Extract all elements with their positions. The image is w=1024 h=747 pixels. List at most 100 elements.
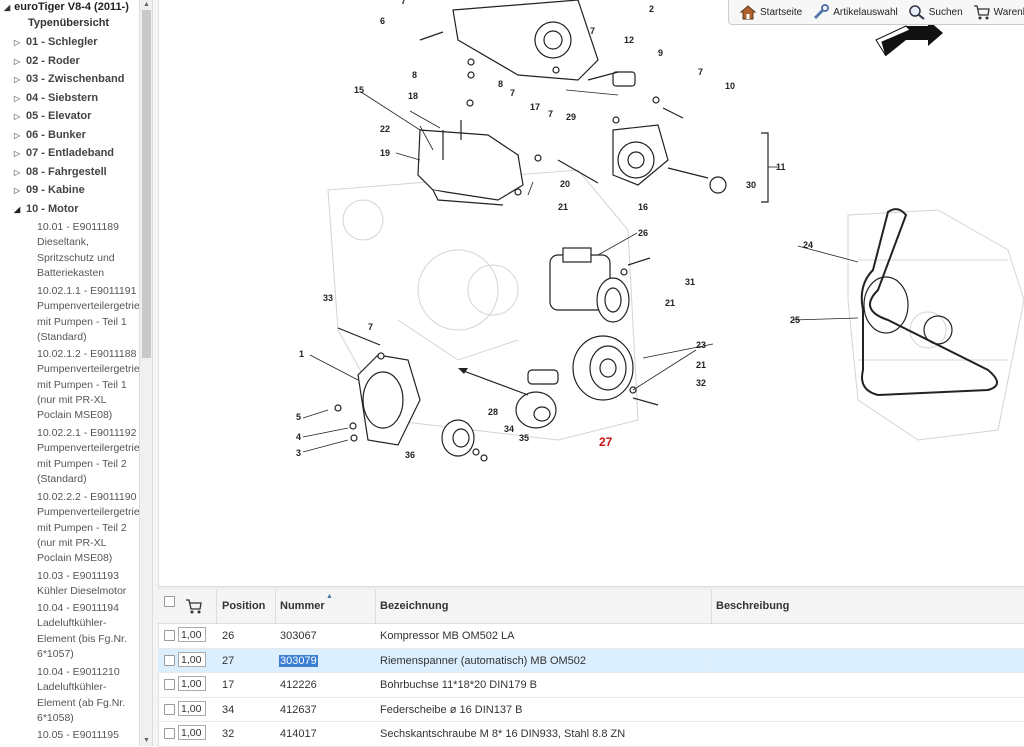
row-checkbox[interactable] xyxy=(164,728,175,739)
tree-item-zwischenband[interactable]: ▷ 03 - Zwischenband xyxy=(14,73,124,85)
diagram-label[interactable]: 11 xyxy=(776,162,786,172)
expand-arrow-icon[interactable]: ▷ xyxy=(14,131,26,140)
article-selection-button[interactable]: Artikelauswahl xyxy=(812,4,898,20)
column-header-number[interactable]: Nummer xyxy=(280,600,325,612)
tree-subitem[interactable]: 10.03 - E9011193 Kühler Dieselmotor xyxy=(37,569,141,600)
tree-subitem[interactable]: 10.02.2.1 - E9011192 Pumpenverteilergetri… xyxy=(37,426,141,487)
tree-item-roder[interactable]: ▷ 02 - Roder xyxy=(14,55,80,67)
row-checkbox[interactable] xyxy=(164,703,175,715)
diagram-label[interactable]: 12 xyxy=(624,35,634,45)
diagram-label[interactable]: 10 xyxy=(725,81,735,91)
diagram-label[interactable]: 21 xyxy=(696,360,706,370)
diagram-label[interactable]: 22 xyxy=(380,124,390,134)
diagram-label[interactable]: 4 xyxy=(296,432,301,442)
diagram-label[interactable]: 7 xyxy=(590,26,595,36)
diagram-label[interactable]: 9 xyxy=(658,48,663,58)
table-row[interactable]: 1,00 32 414017 Sechskantschraube M 8* 16… xyxy=(158,722,1024,747)
diagram-label[interactable]: 35 xyxy=(519,433,529,443)
diagram-label[interactable]: 20 xyxy=(560,179,570,189)
tree-item-bunker[interactable]: ▷ 06 - Bunker xyxy=(14,129,86,141)
diagram-label[interactable]: 6 xyxy=(380,16,385,26)
expand-arrow-icon[interactable]: ▷ xyxy=(14,149,26,158)
diagram-label[interactable]: 34 xyxy=(504,424,514,434)
quantity-input[interactable]: 1,00 xyxy=(178,725,206,740)
diagram-label[interactable]: 26 xyxy=(638,228,648,238)
home-button[interactable]: Startseite xyxy=(739,4,802,20)
expand-arrow-icon[interactable]: ▷ xyxy=(14,186,26,195)
diagram-label[interactable]: 8 xyxy=(412,70,417,80)
expand-arrow-icon[interactable]: ▷ xyxy=(14,57,26,66)
cart-button[interactable]: Warenkorb xyxy=(973,4,1024,20)
table-row[interactable]: 1,00 34 412637 Federscheibe ø 16 DIN137 … xyxy=(158,698,1024,722)
scrollbar-thumb[interactable] xyxy=(142,10,151,358)
diagram-label[interactable]: 29 xyxy=(566,112,576,122)
diagram-label[interactable]: 25 xyxy=(790,315,800,325)
sidebar-scrollbar[interactable]: ▲ ▼ xyxy=(139,0,152,746)
diagram-label[interactable]: 15 xyxy=(354,85,364,95)
expand-arrow-icon[interactable]: ▷ xyxy=(14,75,26,84)
diagram-label[interactable]: 2 xyxy=(649,4,654,14)
tree-subitem[interactable]: 10.02.1.1 - E9011191 Pumpenverteilergetri… xyxy=(37,284,141,345)
scroll-up-icon[interactable]: ▲ xyxy=(143,1,150,8)
column-header-name[interactable]: Bezeichnung xyxy=(380,600,448,612)
tree-subitem[interactable]: 10.01 - E9011189 Dieseltank, Spritzschutz … xyxy=(37,220,141,281)
row-checkbox[interactable] xyxy=(164,630,175,641)
column-header-description[interactable]: Beschreibung xyxy=(716,600,789,612)
sort-ascending-icon[interactable]: ▲ xyxy=(326,593,333,600)
collapse-triangle-icon[interactable]: ◢ xyxy=(4,3,10,12)
diagram-label[interactable]: 16 xyxy=(638,202,648,212)
quantity-input[interactable]: 1,00 xyxy=(178,627,206,642)
quantity-input[interactable]: 1,00 xyxy=(178,651,206,667)
tree-item-kabine[interactable]: ▷ 09 - Kabine xyxy=(14,184,85,196)
tree-root[interactable]: ◢ euroTiger V8-4 (2011-) xyxy=(4,1,129,13)
diagram-label[interactable]: 33 xyxy=(323,293,333,303)
diagram-label[interactable]: 7 xyxy=(698,67,703,77)
diagram-label[interactable]: 19 xyxy=(380,148,390,158)
column-header-position[interactable]: Position xyxy=(222,600,265,612)
tree-overview[interactable]: Typenübersicht xyxy=(28,17,109,29)
row-checkbox[interactable] xyxy=(164,654,175,666)
expand-arrow-icon[interactable]: ▷ xyxy=(14,112,26,121)
diagram-label[interactable]: 31 xyxy=(685,277,695,287)
tree-subitem[interactable]: 10.04 - E9011210 Ladeluftkühler- Element (… xyxy=(37,665,141,726)
expand-arrow-icon[interactable]: ▷ xyxy=(14,38,26,47)
table-row[interactable]: 1,00 26 303067 Kompressor MB OM502 LA xyxy=(158,624,1024,649)
diagram-label[interactable]: 32 xyxy=(696,378,706,388)
diagram-label[interactable]: 5 xyxy=(296,412,301,422)
quantity-input[interactable]: 1,00 xyxy=(178,676,206,691)
diagram-label[interactable]: 3 xyxy=(296,448,301,458)
select-all-checkbox[interactable] xyxy=(164,596,175,607)
navigate-arrow-icon[interactable] xyxy=(875,20,943,57)
diagram-label[interactable]: 7 xyxy=(401,0,406,6)
tree-item-siebstern[interactable]: ▷ 04 - Siebstern xyxy=(14,92,98,104)
diagram-label[interactable]: 7 xyxy=(548,109,553,119)
diagram-label-highlighted[interactable]: 27 xyxy=(599,435,613,449)
diagram-label[interactable]: 36 xyxy=(405,450,415,460)
tree-item-schlegler[interactable]: ▷ 01 - Schlegler xyxy=(14,36,98,48)
diagram-label[interactable]: 30 xyxy=(746,180,756,190)
diagram-label[interactable]: 8 xyxy=(498,79,503,89)
tree-item-entladeband[interactable]: ▷ 07 - Entladeband xyxy=(14,147,114,159)
tree-item-fahrgestell[interactable]: ▷ 08 - Fahrgestell xyxy=(14,166,107,178)
expand-arrow-icon[interactable]: ▷ xyxy=(14,94,26,103)
tree-item-elevator[interactable]: ▷ 05 - Elevator xyxy=(14,110,91,122)
tree-subitem[interactable]: 10.02.2.2 - E9011190 Pumpenverteilergetri… xyxy=(37,490,141,566)
tree-subitem[interactable]: 10.05 - E9011195 xyxy=(37,728,141,743)
diagram-label[interactable]: 23 xyxy=(696,340,706,350)
diagram-label[interactable]: 21 xyxy=(558,202,568,212)
table-row-selected[interactable]: 1,00 27 303079 Riemenspanner (automatisc… xyxy=(158,648,1024,673)
diagram-label[interactable]: 18 xyxy=(408,91,418,101)
row-checkbox[interactable] xyxy=(164,679,175,690)
diagram-label[interactable]: 28 xyxy=(488,407,498,417)
diagram-label[interactable]: 7 xyxy=(368,322,373,332)
table-row[interactable]: 1,00 17 412226 Bohrbuchse 11*18*20 DIN17… xyxy=(158,673,1024,698)
tree-subitem[interactable]: 10.02.1.2 - E9011188 Pumpenverteilergetri… xyxy=(37,347,141,423)
diagram-label[interactable]: 1 xyxy=(299,349,304,359)
search-button[interactable]: Suchen xyxy=(908,4,963,20)
diagram-label[interactable]: 24 xyxy=(803,240,813,250)
diagram-label[interactable]: 17 xyxy=(530,102,540,112)
tree-subitem[interactable]: 10.04 - E9011194 Ladeluftkühler- Element (… xyxy=(37,601,141,662)
tree-item-motor[interactable]: ◢ 10 - Motor xyxy=(14,203,79,215)
diagram-label[interactable]: 21 xyxy=(665,298,675,308)
expand-arrow-icon[interactable]: ▷ xyxy=(14,168,26,177)
